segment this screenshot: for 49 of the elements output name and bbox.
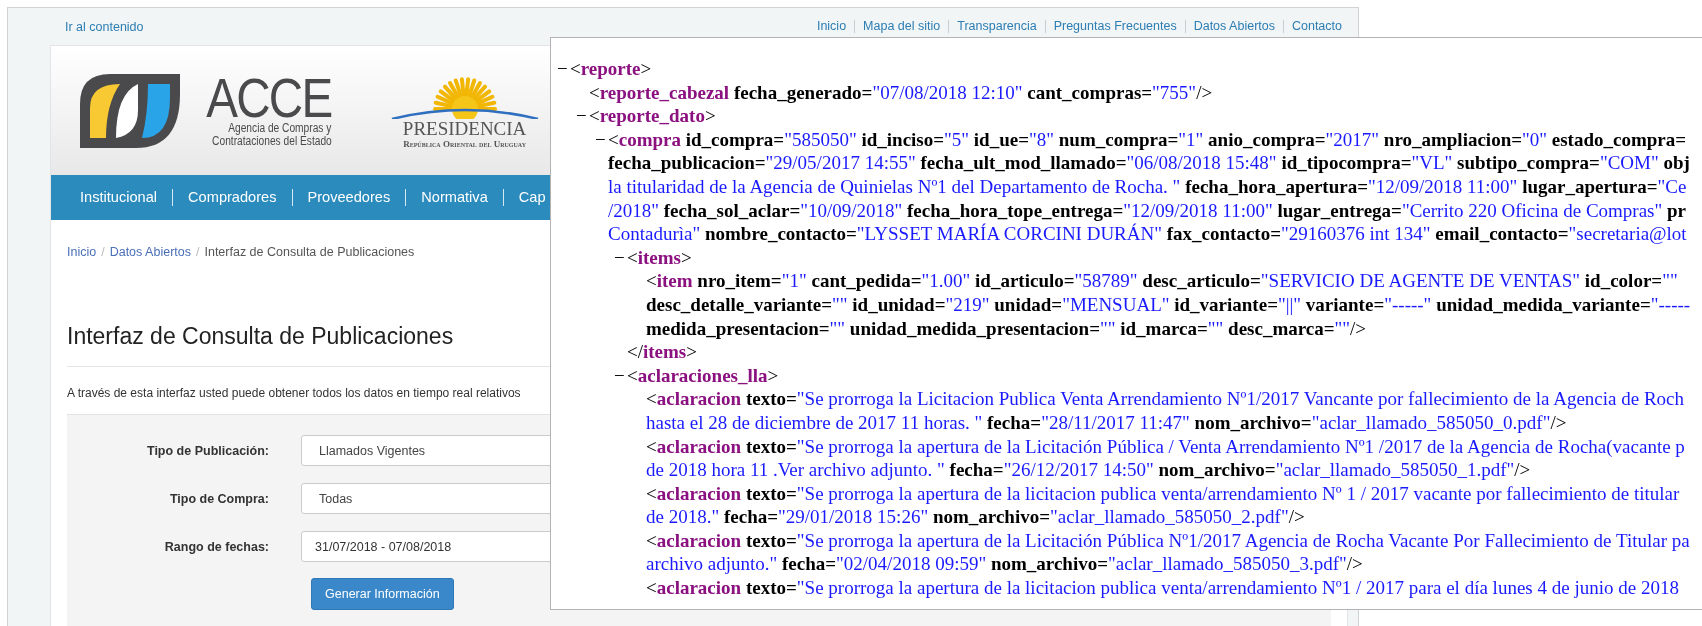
xml-line: <reporte> bbox=[570, 57, 652, 81]
breadcrumb-separator: / bbox=[101, 244, 105, 261]
page-title: Interfaz de Consulta de Publicaciones bbox=[67, 322, 454, 351]
xml-line: <aclaracion texto="Se prorroga la apertura de la licitacion publica venta/arrendamiento Nº1 / 2017 para el día lunes 4 de junio de 2018 bbox=[646, 576, 1679, 600]
top-nav-link[interactable]: Datos Abiertos bbox=[1184, 20, 1283, 33]
top-nav-link[interactable]: Mapa del sitio bbox=[854, 20, 949, 33]
nav-link[interactable]: Proveedores bbox=[291, 189, 406, 206]
xml-line: Contadurìa" nombre_contacto="LYSSET MARÍA CORCINI DURÁN" fax_contacto="29160376 int 134" email_contacto="secretaria@lot bbox=[608, 222, 1687, 246]
generate-button[interactable]: Generar Información bbox=[311, 578, 454, 610]
top-nav-link[interactable]: Transparencia bbox=[948, 20, 1045, 33]
xml-line: <item nro_item="1" cant_pedida="1.00" id_articulo="58789" desc_articulo="SERVICIO DE AGENTE DE VENTAS" id_color="" bbox=[646, 269, 1678, 293]
collapse-toggle[interactable]: − bbox=[557, 57, 570, 81]
breadcrumb-link[interactable]: Inicio bbox=[67, 243, 97, 261]
xml-line: </items> bbox=[627, 340, 697, 364]
xml-line: <items> bbox=[627, 245, 692, 270]
breadcrumb-separator: / bbox=[195, 244, 200, 261]
collapse-toggle[interactable]: − bbox=[614, 363, 627, 388]
field-label: Rango de fechas: bbox=[163, 539, 269, 554]
top-nav-link[interactable]: Contacto bbox=[1282, 20, 1350, 33]
logo-wordmark: ACCE bbox=[206, 73, 332, 122]
field-label: Tipo de Publicación: bbox=[146, 443, 269, 458]
breadcrumb-link[interactable]: Datos Abiertos bbox=[109, 243, 191, 261]
nav-link[interactable]: Normativa bbox=[405, 189, 503, 206]
xml-line: fecha_publicacion="29/05/2017 14:55" fecha_ult_mod_llamado="06/08/2018 15:48" id_tipocompra="VL" subtipo_compra="COM" obj bbox=[608, 151, 1690, 175]
nav-link[interactable]: Compradores bbox=[172, 189, 292, 206]
xml-line: <aclaracion texto="Se prorroga la Licitacion Publica Venta Arrendamiento Nº1/2017 Vancante por fallecimiento de la Agencia de Roch bbox=[646, 387, 1685, 411]
xml-line: medida_presentacion="" unidad_medida_presentacion="" id_marca="" desc_marca=""/> bbox=[646, 316, 1367, 341]
xml-line: /2018" fecha_sol_aclar="10/09/2018" fecha_hora_tope_entrega="12/09/2018 11:00" lugar_entrega="Cerrito 220 Oficina de Compras" pr bbox=[608, 198, 1686, 223]
logo-subtitle: Agencia de Compras y bbox=[228, 121, 332, 135]
xml-line: <reporte_cabezal fecha_generado="07/08/2018 12:10" cant_compras="755"/> bbox=[589, 80, 1213, 105]
collapse-toggle[interactable]: − bbox=[576, 104, 589, 128]
collapse-toggle[interactable]: − bbox=[614, 245, 627, 270]
emblem-subtitle: República Oriental del Uruguay bbox=[403, 138, 526, 149]
breadcrumb-current: Interfaz de Consulta de Publicaciones bbox=[204, 244, 415, 261]
xml-line: <reporte_dato> bbox=[589, 104, 716, 128]
xml-line: hasta el 28 de diciembre de 2017 11 horas. " fecha="28/11/2017 11:47" nom_archivo="aclar_llamado_585050_0.pdf"/> bbox=[646, 410, 1567, 435]
intro-text: A través de esta interfaz usted puede obtener todos los datos en tiempo real relativos bbox=[67, 385, 521, 402]
xml-line: <compra id_compra="585050" id_inciso="5" id_ue="8" num_compra="1" anio_compra="2017" nro_ampliacion="0" estado_compra= bbox=[608, 127, 1687, 152]
xml-line: desc_detalle_variante="" id_unidad="219" unidad="MENSUAL" id_variante="||" variante="-----" unidad_medida_variante="----- bbox=[646, 292, 1691, 317]
collapse-toggle[interactable]: − bbox=[595, 127, 608, 152]
top-nav-link[interactable]: Inicio bbox=[808, 20, 855, 33]
xml-line: <aclaraciones_lla> bbox=[627, 363, 779, 388]
nav-link[interactable]: Institucional bbox=[65, 189, 173, 206]
skip-link[interactable]: Ir al contenido bbox=[65, 19, 144, 34]
emblem-title: PRESIDENCIA bbox=[402, 118, 527, 139]
top-nav-link[interactable]: Preguntas Frecuentes bbox=[1044, 20, 1185, 33]
field-label: Tipo de Compra: bbox=[168, 491, 269, 506]
logo-subtitle: Contrataciones del Estado bbox=[211, 134, 332, 148]
xml-line: la titularidad de la Agencia de Quinielas Nº1 del Departamento de Rocha. " fecha_hora_apertura="12/09/2018 11:00" lugar_apertura="Ce bbox=[608, 174, 1687, 199]
